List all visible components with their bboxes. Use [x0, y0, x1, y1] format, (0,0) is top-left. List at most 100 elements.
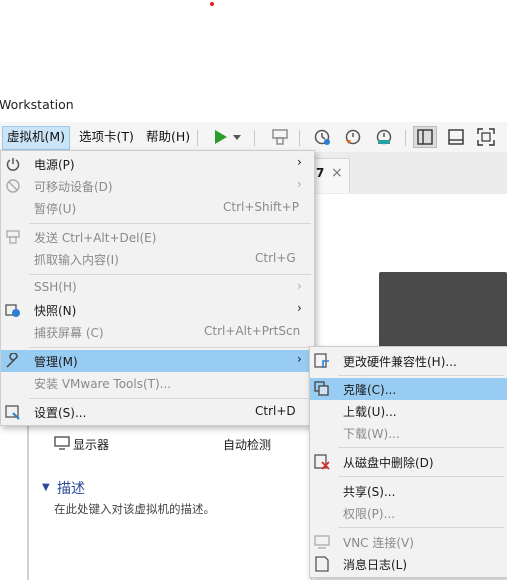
vnc-icon	[314, 535, 330, 549]
collapse-arrow-icon[interactable]: ▼	[42, 482, 50, 493]
menu-separator	[29, 347, 311, 348]
toolbar-separator	[254, 130, 255, 146]
display-label: 显示器	[73, 438, 110, 452]
menu-item-grab-input[interactable]: 抓取输入内容(I) Ctrl+G	[1, 248, 314, 270]
send-keys-icon[interactable]	[268, 126, 292, 148]
removable-device-icon	[6, 179, 20, 193]
menu-item-delete-from-disk[interactable]: 从磁盘中删除(D)	[310, 451, 507, 473]
menu-tabs[interactable]: 选项卡(T)	[75, 126, 138, 148]
menu-item-change-hardware-compatibility[interactable]: 更改硬件兼容性(H)...	[310, 350, 507, 372]
menu-item-shortcut: Ctrl+G	[255, 251, 296, 265]
console-view-icon[interactable]	[444, 126, 468, 148]
menu-vm[interactable]: 虚拟机(M)	[2, 126, 71, 150]
menu-separator	[29, 223, 311, 224]
menu-help[interactable]: 帮助(H)	[142, 126, 194, 148]
wrench-icon	[6, 353, 18, 368]
red-dot-marker	[210, 2, 214, 6]
vm-tab[interactable]: 7 ×	[312, 158, 350, 193]
toolbar-separator	[405, 130, 406, 146]
menu-item-clone[interactable]: 克隆(C)...	[310, 378, 507, 400]
menu-item-label: 从磁盘中删除(D)	[343, 456, 434, 470]
menu-item-shortcut: Ctrl+Shift+P	[223, 200, 299, 214]
window-title: Workstation	[0, 97, 74, 112]
menu-separator	[338, 447, 504, 448]
menu-item-label: VNC 连接(V)	[343, 536, 414, 550]
monitor-icon	[54, 436, 70, 450]
clone-icon	[314, 381, 329, 396]
description-section: ▼ 描述 在此处键入对该虚拟机的描述。	[40, 478, 310, 522]
hardware-compat-icon	[314, 353, 329, 368]
menu-item-install-vmware-tools[interactable]: 安装 VMware Tools(T)...	[1, 372, 314, 394]
vm-menu: 电源(P) › 可移动设备(D) › 暂停(U) Ctrl+Shift+P 发送…	[0, 150, 315, 426]
menu-item-label: 快照(N)	[34, 304, 77, 318]
menu-bar: 虚拟机(M) 选项卡(T) 帮助(H)	[0, 122, 507, 153]
menu-item-label: 抓取输入内容(I)	[34, 253, 119, 267]
menu-item-label: 安装 VMware Tools(T)...	[34, 377, 172, 391]
menu-item-message-log[interactable]: 消息日志(L)	[310, 553, 507, 575]
menu-item-manage[interactable]: 管理(M) ›	[1, 350, 314, 372]
menu-separator	[338, 476, 504, 477]
menu-item-download[interactable]: 下载(W)...	[310, 422, 507, 444]
message-log-icon	[315, 556, 329, 572]
display-value: 自动检测	[223, 438, 272, 452]
description-placeholder[interactable]: 在此处键入对该虚拟机的描述。	[54, 501, 215, 517]
menu-item-snapshot[interactable]: 快照(N) ›	[1, 299, 314, 321]
power-icon	[6, 158, 20, 171]
submenu-arrow-icon: ›	[297, 279, 302, 293]
snapshot-icon	[5, 304, 20, 317]
title-bar: Workstation	[0, 95, 507, 117]
menu-item-label: 克隆(C)...	[343, 383, 397, 397]
menu-item-shortcut: Ctrl+D	[255, 404, 296, 418]
menu-item-label: 暂停(U)	[34, 202, 77, 216]
menu-item-label: 共享(S)...	[343, 485, 396, 499]
menu-item-shortcut: Ctrl+Alt+PrtScn	[204, 324, 301, 338]
tab-close-icon[interactable]: ×	[331, 165, 343, 181]
submenu-arrow-icon: ›	[297, 301, 302, 315]
sidebar-toggle-icon[interactable]	[413, 126, 437, 148]
fullscreen-icon[interactable]	[474, 126, 498, 148]
settings-icon	[5, 405, 20, 420]
menu-item-removable-devices[interactable]: 可移动设备(D) ›	[1, 175, 314, 197]
dropdown-arrow-icon[interactable]	[230, 126, 244, 148]
menu-item-label: 设置(S)...	[34, 406, 87, 420]
revert-snapshot-icon[interactable]	[341, 126, 365, 148]
menu-item-send-ctrl-alt-del[interactable]: 发送 Ctrl+Alt+Del(E)	[1, 226, 314, 248]
menu-item-label: 可移动设备(D)	[34, 180, 113, 194]
menu-separator	[338, 527, 504, 528]
delete-from-disk-icon	[314, 454, 330, 470]
menu-item-label: 消息日志(L)	[343, 558, 408, 572]
menu-item-permissions[interactable]: 权限(P)...	[310, 502, 507, 524]
submenu-arrow-icon: ›	[297, 155, 302, 169]
menu-item-vnc-connection[interactable]: VNC 连接(V)	[310, 531, 507, 553]
menu-item-settings[interactable]: 设置(S)... Ctrl+D	[1, 401, 314, 423]
menu-item-upload[interactable]: 上载(U)...	[310, 400, 507, 422]
menu-item-label: 捕获屏幕 (C)	[34, 326, 104, 340]
menu-item-label: 下载(W)...	[343, 427, 400, 441]
snapshot-icon[interactable]	[310, 126, 334, 148]
menu-item-share[interactable]: 共享(S)...	[310, 480, 507, 502]
description-heading: 描述	[57, 481, 85, 497]
submenu-arrow-icon: ›	[297, 352, 302, 366]
snapshot-manager-icon[interactable]	[372, 126, 396, 148]
menu-separator	[338, 375, 504, 376]
menu-item-label: 发送 Ctrl+Alt+Del(E)	[34, 231, 157, 245]
toolbar-separator	[299, 130, 300, 146]
menu-item-label: 电源(P)	[34, 158, 75, 172]
menu-separator	[29, 274, 311, 275]
menu-item-ssh[interactable]: SSH(H) ›	[1, 277, 314, 299]
menu-item-power[interactable]: 电源(P) ›	[1, 153, 314, 175]
menu-item-capture-screen[interactable]: 捕获屏幕 (C) Ctrl+Alt+PrtScn	[1, 321, 314, 343]
submenu-arrow-icon: ›	[297, 177, 302, 191]
manage-submenu: 更改硬件兼容性(H)... 克隆(C)... 上载(U)... 下载(W)...…	[309, 346, 507, 578]
tab-label: 7	[316, 166, 325, 180]
toolbar-separator	[197, 130, 198, 146]
menu-item-label: 上载(U)...	[343, 405, 397, 419]
panel-border	[27, 420, 29, 580]
menu-separator	[29, 398, 311, 399]
device-row-display: 显示器 自动检测	[54, 434, 312, 454]
menu-item-label: 权限(P)...	[343, 507, 396, 521]
menu-item-label: 更改硬件兼容性(H)...	[343, 355, 457, 369]
play-icon[interactable]	[208, 126, 232, 148]
menu-item-pause[interactable]: 暂停(U) Ctrl+Shift+P	[1, 197, 314, 219]
menu-item-label: SSH(H)	[34, 280, 77, 294]
